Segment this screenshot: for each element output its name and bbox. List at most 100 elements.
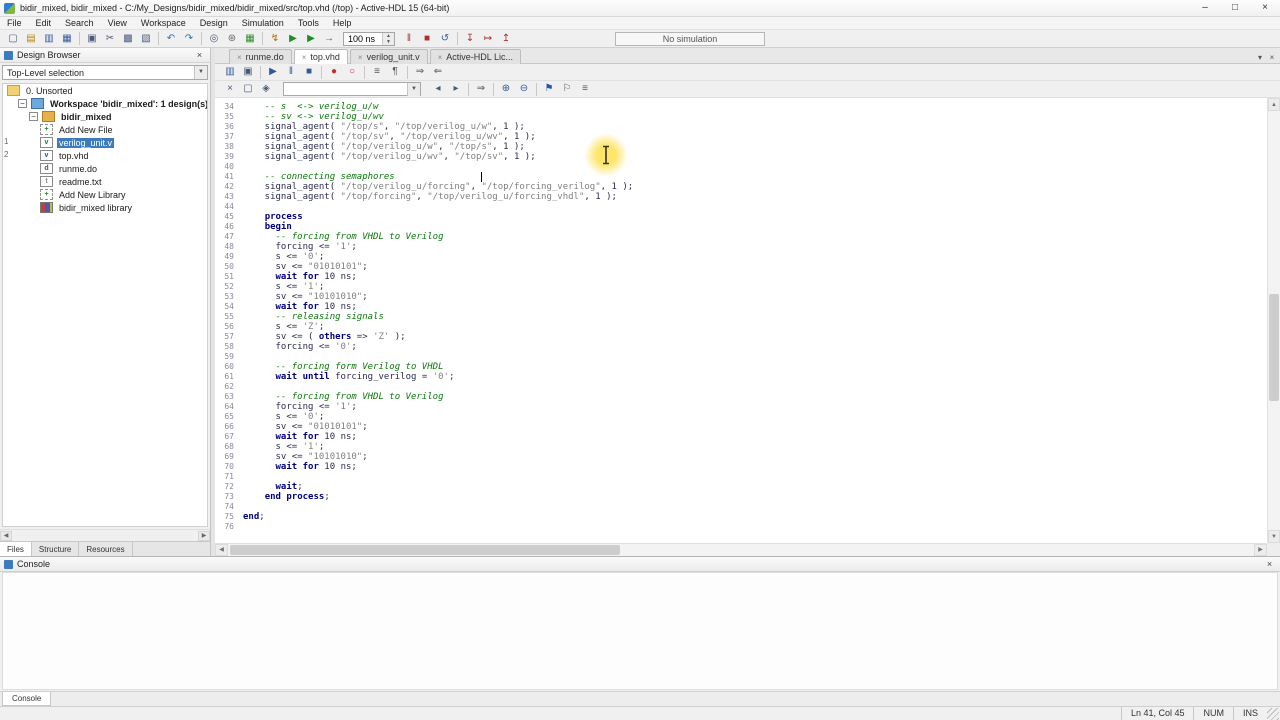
line-number[interactable]: 40 — [215, 162, 241, 172]
trace-over-icon[interactable]: ↦ — [479, 31, 497, 47]
horizontal-scroll-thumb[interactable] — [230, 545, 620, 555]
code-line-64[interactable]: forcing <= '1'; — [243, 402, 1267, 412]
simulation-time-value[interactable]: 100 ns — [348, 34, 382, 44]
code-line-72[interactable]: wait; — [243, 482, 1267, 492]
close-tab-icon[interactable]: × — [358, 53, 363, 62]
code-line-68[interactable]: s <= '1'; — [243, 442, 1267, 452]
line-number[interactable]: 66 — [215, 422, 241, 432]
zoom-out-icon[interactable]: ⊖ — [515, 81, 533, 97]
run-for-time-icon[interactable]: ▶ — [302, 31, 320, 47]
line-number[interactable]: 75 — [215, 512, 241, 522]
minimize-button[interactable]: – — [1190, 0, 1220, 16]
code-line-62[interactable] — [243, 382, 1267, 392]
code-line-73[interactable]: end process; — [243, 492, 1267, 502]
console-tab[interactable]: Console — [2, 692, 52, 706]
close-tab-icon[interactable]: × — [302, 53, 307, 62]
editor-horizontal-scrollbar[interactable]: ◀ ▶ — [215, 543, 1267, 556]
editor-save-icon[interactable]: ▥ — [221, 64, 239, 80]
tree-item-add-new-file[interactable]: + Add New File — [3, 123, 207, 136]
menu-tools[interactable]: Tools — [291, 17, 326, 29]
whole-word-icon[interactable]: ◈ — [257, 81, 275, 97]
line-number[interactable]: 64 — [215, 402, 241, 412]
tree-item-workspace-bidir-mixed-1-design-s[interactable]: − Workspace 'bidir_mixed': 1 design(s) — [3, 97, 207, 110]
pause-macro-icon[interactable]: ‖ — [282, 64, 300, 80]
cut-icon[interactable]: ✂ — [101, 31, 119, 47]
search-combo-dropdown-icon[interactable]: ▼ — [407, 82, 420, 96]
tree-item-bidir-mixed-library[interactable]: bidir_mixed library — [3, 201, 207, 214]
menu-view[interactable]: View — [101, 17, 134, 29]
clear-breakpoints-icon[interactable]: ○ — [343, 64, 361, 80]
open-file-icon[interactable]: ▤ — [22, 31, 40, 47]
line-number[interactable]: 63 — [215, 392, 241, 402]
code-line-40[interactable] — [243, 162, 1267, 172]
code-line-52[interactable]: s <= '1'; — [243, 282, 1267, 292]
line-number[interactable]: 62 — [215, 382, 241, 392]
code-line-59[interactable] — [243, 352, 1267, 362]
code-line-66[interactable]: sv <= "01010101"; — [243, 422, 1267, 432]
code-line-57[interactable]: sv <= ( others => 'Z' ); — [243, 332, 1267, 342]
line-number[interactable]: 56 — [215, 322, 241, 332]
scroll-left-icon[interactable]: ◀ — [0, 530, 12, 541]
trace-into-icon[interactable]: ↧ — [461, 31, 479, 47]
new-file-icon[interactable]: ▢ — [4, 31, 22, 47]
line-number[interactable]: 36 — [215, 122, 241, 132]
top-level-selection-combo[interactable]: Top-Level selection ▼ — [2, 65, 208, 80]
tree-expander-icon[interactable]: − — [18, 99, 27, 108]
line-number[interactable]: 76 — [215, 522, 241, 532]
line-number[interactable]: 44 — [215, 202, 241, 212]
line-number[interactable]: 49 — [215, 252, 241, 262]
code-line-48[interactable]: forcing <= '1'; — [243, 242, 1267, 252]
tab-top-vhd[interactable]: × top.vhd — [293, 49, 348, 64]
outdent-icon[interactable]: ⇐ — [429, 64, 447, 80]
execute-macro-icon[interactable]: ▶ — [264, 64, 282, 80]
find-previous-icon[interactable]: ◂ — [429, 81, 447, 97]
tree-item-readme-txt[interactable]: t readme.txt — [3, 175, 207, 188]
code-line-46[interactable]: begin — [243, 222, 1267, 232]
close-tab-icon[interactable]: × — [237, 53, 242, 62]
restart-simulation-icon[interactable]: ↺ — [436, 31, 454, 47]
tab-runme-do[interactable]: × runme.do — [229, 49, 292, 64]
combo-dropdown-icon[interactable]: ▼ — [194, 66, 207, 79]
code-line-69[interactable]: sv <= "10101010"; — [243, 452, 1267, 462]
code-line-63[interactable]: -- forcing from VHDL to Verilog — [243, 392, 1267, 402]
maximize-button[interactable]: □ — [1220, 0, 1250, 16]
spin-down-icon[interactable]: ▼ — [383, 38, 394, 45]
line-number[interactable]: 53 — [215, 292, 241, 302]
line-number[interactable]: 46 — [215, 222, 241, 232]
comment-block-icon[interactable]: ≡ — [368, 64, 386, 80]
tree-item-bidir-mixed[interactable]: − bidir_mixed — [3, 110, 207, 123]
line-number[interactable]: 69 — [215, 452, 241, 462]
save-all-icon[interactable]: ▦ — [58, 31, 76, 47]
line-number[interactable]: 72 — [215, 482, 241, 492]
line-number[interactable]: 50 — [215, 262, 241, 272]
tab-verilog-unit-v[interactable]: × verilog_unit.v — [349, 49, 428, 64]
close-panel-icon[interactable]: × — [193, 50, 206, 60]
code-line-37[interactable]: signal_agent( "/top/sv", "/top/verilog_u… — [243, 132, 1267, 142]
panel-tab-files[interactable]: Files — [0, 542, 32, 556]
line-number[interactable]: 67 — [215, 432, 241, 442]
tree-item-runme-do[interactable]: d runme.do — [3, 162, 207, 175]
search-close-icon[interactable]: × — [221, 81, 239, 97]
zoom-in-icon[interactable]: ⊕ — [497, 81, 515, 97]
tree-item-0-unsorted[interactable]: 0. Unsorted — [3, 84, 207, 97]
scroll-right-icon[interactable]: ▶ — [198, 530, 210, 541]
find-icon[interactable]: ◎ — [205, 31, 223, 47]
menu-simulation[interactable]: Simulation — [235, 17, 291, 29]
tab-active-hdl-lic[interactable]: × Active-HDL Lic... — [429, 49, 521, 64]
scroll-up-icon[interactable]: ▲ — [1268, 98, 1280, 111]
menu-edit[interactable]: Edit — [29, 17, 59, 29]
code-line-43[interactable]: signal_agent( "/top/forcing", "/top/veri… — [243, 192, 1267, 202]
close-window-button[interactable]: × — [1250, 0, 1280, 16]
line-number[interactable]: 59 — [215, 352, 241, 362]
code-line-65[interactable]: s <= '0'; — [243, 412, 1267, 422]
line-number[interactable]: 45 — [215, 212, 241, 222]
line-number[interactable]: 73 — [215, 492, 241, 502]
tree-horizontal-scrollbar[interactable]: ◀ ▶ — [0, 529, 210, 541]
line-number[interactable]: 57 — [215, 332, 241, 342]
code-line-35[interactable]: -- sv <-> verilog_u/wv — [243, 112, 1267, 122]
line-number[interactable]: 43 — [215, 192, 241, 202]
code-line-53[interactable]: sv <= "10101010"; — [243, 292, 1267, 302]
code-line-36[interactable]: signal_agent( "/top/s", "/top/verilog_u/… — [243, 122, 1267, 132]
simulation-time-control[interactable]: 100 ns ▲ ▼ — [343, 31, 395, 46]
panel-tab-resources[interactable]: Resources — [79, 542, 133, 556]
